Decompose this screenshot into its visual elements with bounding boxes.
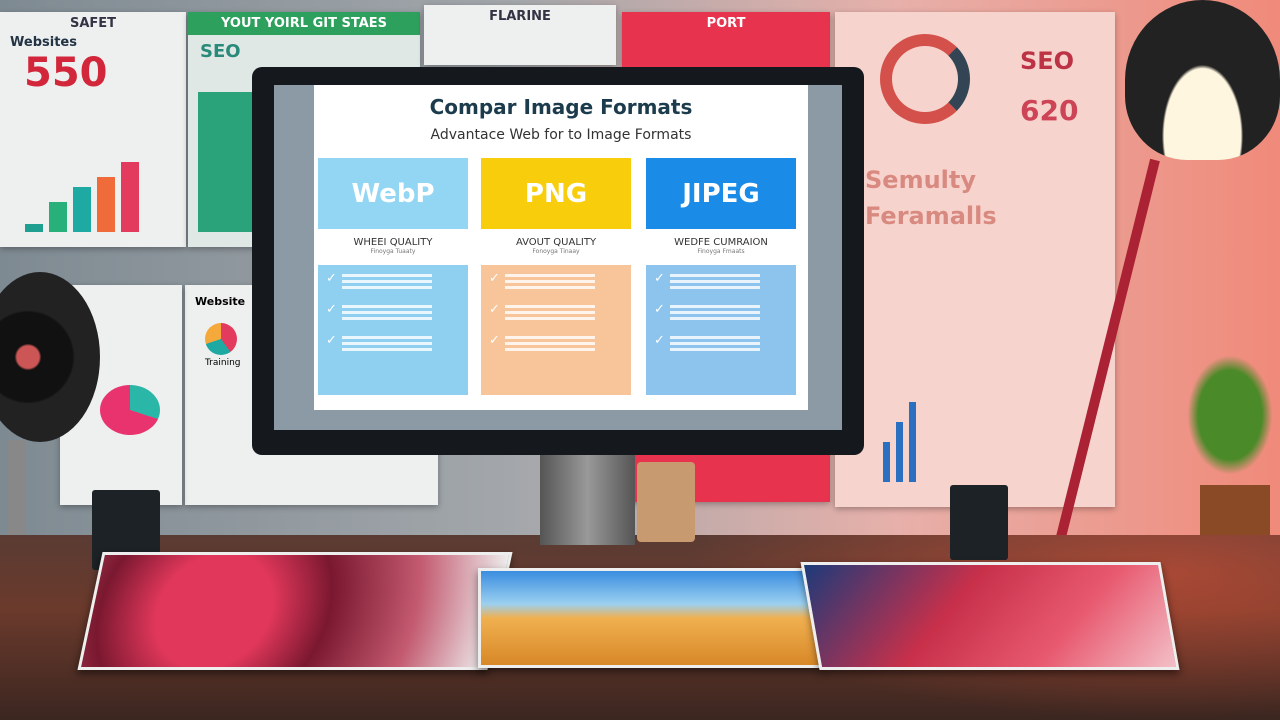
bar-chart-graphic (25, 162, 160, 232)
poster-label: Websites (10, 35, 77, 50)
feature-list: ✓ ✓ ✓ (318, 265, 468, 395)
magazine-desert (478, 568, 823, 668)
check-icon: ✓ (326, 302, 337, 317)
desk-lamp (1125, 0, 1280, 160)
bar-chart-graphic (883, 402, 916, 482)
quality-sub: Finoyga Fmaats (697, 248, 745, 255)
check-icon: ✓ (489, 302, 500, 317)
poster-title: SAFET (69, 16, 117, 31)
quality-sub: Finoyga Tuaaty (370, 248, 416, 255)
check-icon: ✓ (489, 333, 500, 348)
feature-list: ✓ ✓ ✓ (481, 265, 631, 395)
feature-list: ✓ ✓ ✓ (646, 265, 796, 395)
check-icon: ✓ (489, 271, 500, 286)
monitor: Compar Image Formats Advantace Web for t… (252, 67, 864, 455)
poster-number: 550 (24, 50, 108, 96)
check-icon: ✓ (654, 302, 665, 317)
monitor-stand (540, 455, 635, 545)
poster-title: PORT (706, 16, 746, 31)
screen: Compar Image Formats Advantace Web for t… (274, 85, 842, 430)
column-png: PNG AVOUT QUALITY Fonoyga Tinaay ✓ ✓ ✓ (481, 158, 631, 395)
quality-label: AVOUT QUALITY (515, 237, 597, 248)
poster-seo-620: SEO 620 Semulty Feramalls (835, 12, 1115, 507)
column-webp: WebP WHEEI QUALITY Finoyga Tuaaty ✓ ✓ ✓ (318, 158, 468, 395)
poster-label: SEO (200, 41, 241, 62)
column-jpeg: JIPEG WEDFE CUMRAION Finoyga Fmaats ✓ ✓ … (646, 158, 796, 395)
pencil-cup (950, 485, 1008, 560)
magazine-forest (800, 562, 1180, 670)
poster-title: FLARINE (489, 9, 551, 24)
gauge-graphic (880, 34, 970, 124)
poster-flarine: FLARINE (424, 5, 616, 65)
format-name: JIPEG (646, 158, 796, 229)
quality-label: WEDFE CUMRAION (674, 237, 768, 248)
check-icon: ✓ (326, 333, 337, 348)
quality-label: WHEEI QUALITY (353, 237, 433, 248)
format-name: PNG (481, 158, 631, 229)
quality-sub: Fonoyga Tinaay (532, 248, 580, 255)
check-icon: ✓ (654, 271, 665, 286)
poster-number: 620 (1020, 94, 1079, 127)
plant (1180, 345, 1280, 485)
format-comparison-slide: Compar Image Formats Advantace Web for t… (314, 85, 808, 410)
poster-label: Semulty Feramalls (865, 166, 997, 230)
check-icon: ✓ (654, 333, 665, 348)
poster-title: YOUT YOIRL GIT STAES (188, 12, 420, 35)
poster-websites: SAFET Websites 550 (0, 12, 186, 247)
slide-subtitle: Advantace Web for to Image Formats (430, 127, 692, 143)
check-icon: ✓ (326, 271, 337, 286)
format-name: WebP (318, 158, 468, 229)
magazine-flower (77, 552, 513, 670)
poster-title: SEO (1020, 47, 1075, 75)
vase (637, 462, 695, 542)
slide-title: Compar Image Formats (429, 95, 693, 119)
